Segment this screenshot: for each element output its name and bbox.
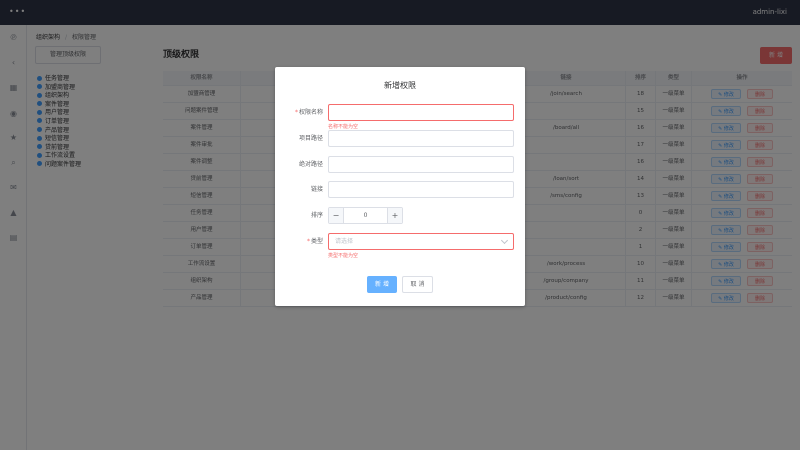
- item-path-label: 项目路径: [298, 135, 323, 142]
- link-input[interactable]: [328, 181, 514, 198]
- cancel-button[interactable]: 取 消: [402, 276, 433, 293]
- type-error: 类型不能为空: [328, 253, 359, 259]
- type-placeholder: 请选择: [335, 238, 354, 245]
- increment-button[interactable]: +: [387, 208, 402, 223]
- name-error: 名称不能为空: [328, 124, 359, 130]
- required-mark: *: [306, 238, 310, 245]
- permission-name-input[interactable]: [328, 104, 514, 121]
- sort-stepper[interactable]: − 0 +: [328, 207, 403, 224]
- link-label: 链接: [310, 186, 323, 193]
- abs-path-label: 绝对路径: [298, 161, 323, 168]
- decrement-button[interactable]: −: [329, 208, 344, 223]
- sort-label: 排序: [310, 212, 323, 219]
- required-mark: *: [294, 109, 298, 116]
- dialog-title: 新增权限: [384, 81, 416, 90]
- confirm-add-button[interactable]: 新 增: [367, 276, 397, 293]
- type-label: *类型: [306, 238, 323, 245]
- abs-path-input[interactable]: [328, 156, 514, 173]
- name-label: *权限名称: [294, 109, 323, 116]
- add-permission-dialog: 新增权限 *权限名称 名称不能为空 项目路径 绝对路径 链接 排序 − 0 + …: [275, 67, 525, 306]
- sort-value[interactable]: 0: [344, 208, 387, 223]
- type-select[interactable]: 请选择: [328, 233, 514, 250]
- item-path-input[interactable]: [328, 130, 514, 147]
- chevron-down-icon: [500, 236, 509, 245]
